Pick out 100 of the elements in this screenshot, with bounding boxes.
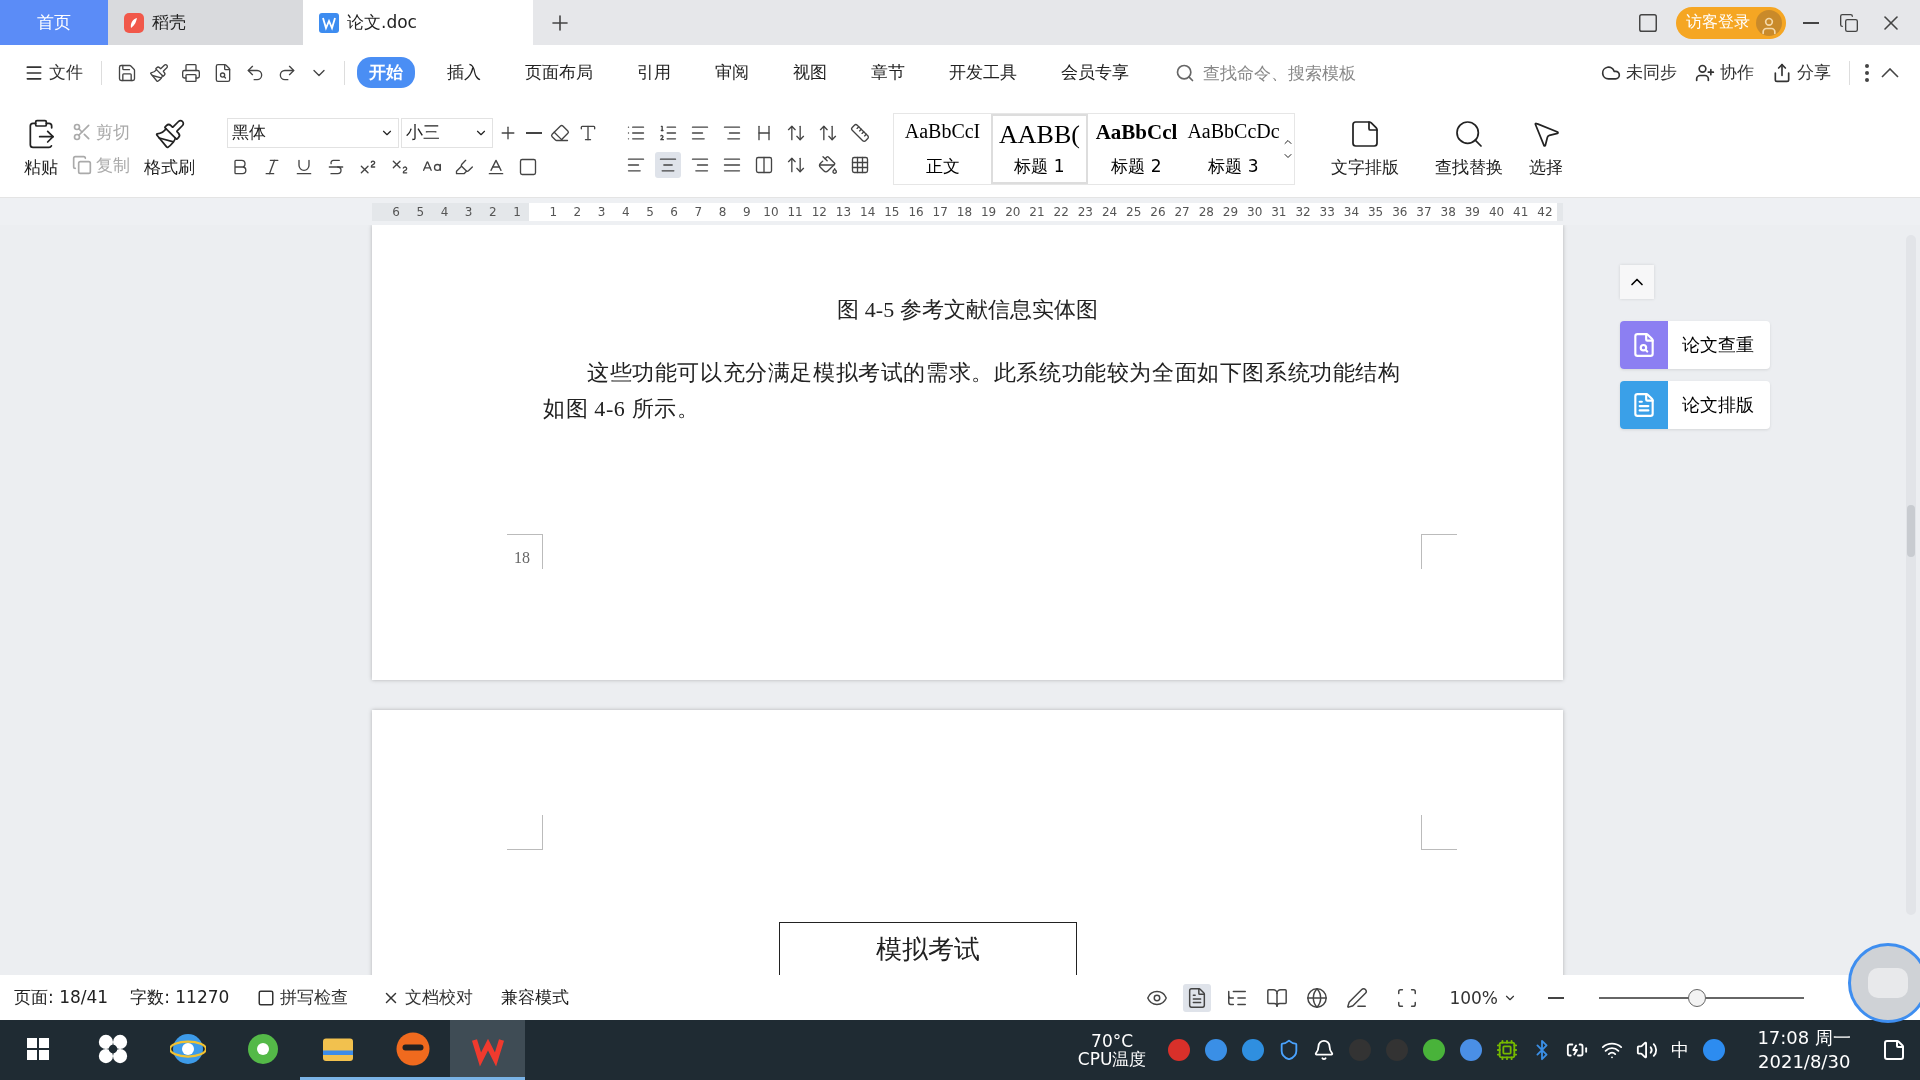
- scissors-icon: [72, 122, 92, 142]
- ruler-number: 34: [1342, 204, 1361, 219]
- ribbon-tab[interactable]: 视图: [781, 57, 839, 88]
- ribbon-tab[interactable]: 页面布局: [513, 57, 605, 88]
- ruler-number: 9: [741, 204, 752, 219]
- zoom-level-dropdown[interactable]: 100%: [1443, 984, 1523, 1011]
- tab-label: 稻壳: [152, 11, 186, 34]
- font-name-field[interactable]: 黑体: [227, 117, 399, 148]
- figure-caption: 图 4-5 参考文献信息实体图: [836, 296, 1099, 324]
- ribbon-tab[interactable]: 审阅: [703, 57, 761, 88]
- print-icon: [181, 62, 201, 83]
- file-menu[interactable]: 文件: [18, 58, 89, 87]
- share-button[interactable]: 分享: [1766, 58, 1837, 87]
- crop-mark: [1421, 815, 1457, 850]
- ruler-number: 22: [1052, 204, 1070, 219]
- document-icon: [319, 12, 339, 33]
- find-replace-button[interactable]: 查找替换: [1431, 116, 1507, 181]
- ruler-number: 7: [693, 204, 704, 219]
- ruler-number: 39: [1463, 204, 1481, 219]
- page-indicator: 页面: 18/41: [14, 986, 109, 1009]
- windows-logo-icon: [26, 1037, 49, 1060]
- zoom-out-icon: [1548, 996, 1564, 999]
- page-view-button[interactable]: [1183, 983, 1212, 1012]
- word-count: 字数: 11270: [130, 986, 230, 1009]
- ruler-number: 13: [834, 204, 853, 219]
- text-layout-button[interactable]: 文字排版: [1327, 116, 1403, 181]
- ruler-number: 18: [955, 204, 974, 219]
- writing-mode-icon: [1346, 986, 1369, 1009]
- tab-label: 论文.doc: [347, 11, 417, 34]
- volume-icon: [1636, 1039, 1659, 1061]
- ruler-number: 23: [1076, 204, 1094, 219]
- align-button[interactable]: [655, 151, 681, 178]
- shrink-font-icon: [526, 131, 542, 134]
- clear-format-icon: [550, 122, 570, 143]
- ruler-number: 3: [596, 204, 607, 219]
- proofread-button[interactable]: 文档校对: [376, 983, 480, 1012]
- temperature-label: CPU温度: [1077, 1050, 1147, 1068]
- ruler-number: 19: [979, 204, 998, 219]
- paper-tool-button[interactable]: 论文查重: [1620, 321, 1770, 369]
- crop-mark: [507, 815, 543, 850]
- user-plus-icon: [1695, 62, 1715, 83]
- collapse-ribbon-icon: [1881, 67, 1899, 78]
- system-clock[interactable]: 17:08 周一 2021/8/30: [1757, 1026, 1851, 1074]
- ruler-number: 30: [1246, 204, 1264, 219]
- ruler-number: 8: [717, 204, 728, 219]
- ruler-number: 31: [1270, 204, 1288, 219]
- ruler-number: 6: [669, 204, 679, 219]
- brush-icon: [153, 118, 186, 150]
- zoom-slider-thumb[interactable]: [1688, 988, 1707, 1007]
- format-icon: [149, 62, 169, 83]
- copy-icon: [72, 155, 92, 175]
- paper-tool-button[interactable]: 论文排版: [1620, 381, 1770, 429]
- minimize-icon: [1803, 21, 1819, 24]
- ruler-number: 6: [391, 204, 401, 219]
- crop-mark: [507, 534, 543, 569]
- ruler-number: 15: [883, 204, 901, 219]
- input-method-indicator[interactable]: 中: [1671, 1038, 1690, 1062]
- ruler-number: 36: [1391, 204, 1409, 219]
- document-tab[interactable]: 论文.doc: [303, 0, 533, 45]
- ruler-number: 5: [415, 204, 426, 219]
- style-option[interactable]: AABB( 标题 1: [991, 113, 1088, 184]
- collaborate-button[interactable]: 协作: [1689, 58, 1760, 87]
- document-tab[interactable]: 稻壳: [108, 0, 303, 45]
- restore-icon: [1839, 12, 1859, 33]
- ruler-number: 10: [762, 204, 780, 219]
- sync-button[interactable]: 未同步: [1595, 58, 1683, 87]
- format-painter-button[interactable]: 格式刷: [140, 116, 199, 181]
- borders-icon: [850, 154, 870, 175]
- reading-view-icon: [1266, 986, 1289, 1009]
- ruler-number: 28: [1197, 204, 1215, 219]
- avatar-icon: [1756, 9, 1782, 36]
- ruler-number: 5: [645, 204, 655, 219]
- more-icon: [1865, 63, 1869, 82]
- ruler-number: 21: [1028, 204, 1046, 219]
- ruler-number: 33: [1318, 204, 1336, 219]
- ribbon-tab[interactable]: 开发工具: [937, 57, 1029, 88]
- ribbon-tab[interactable]: 引用: [625, 57, 683, 88]
- ruler-number: 41: [1512, 204, 1530, 219]
- ruler-number: 37: [1415, 204, 1433, 219]
- ruler-number: 38: [1439, 204, 1457, 219]
- ruler-number: 2: [572, 204, 583, 219]
- web-view-icon: [1306, 986, 1329, 1009]
- select-button[interactable]: 选择: [1525, 116, 1567, 181]
- checkbox-icon: [257, 988, 276, 1007]
- ruler-number: 3: [463, 204, 474, 219]
- spell-check-button[interactable]: 拼写检查: [251, 983, 355, 1012]
- ruler-number: 29: [1221, 204, 1240, 219]
- ribbon-tab[interactable]: 会员专享: [1049, 57, 1141, 88]
- share-icon: [1772, 62, 1792, 83]
- ruler-number: 20: [1004, 204, 1022, 219]
- ribbon-tab[interactable]: 章节: [859, 57, 917, 88]
- ribbon-tab[interactable]: 插入: [435, 57, 493, 88]
- paste-button[interactable]: 粘贴: [20, 116, 62, 181]
- command-search-field[interactable]: 查找命令、搜索模板: [1175, 61, 1405, 84]
- ruler-number: 32: [1294, 204, 1312, 219]
- ruler-number: 42: [1536, 204, 1554, 219]
- character-border-icon: [518, 156, 538, 177]
- save-icon: [117, 62, 137, 83]
- font-size-field[interactable]: 小三: [401, 117, 493, 148]
- ruler-number: 2: [488, 204, 498, 219]
